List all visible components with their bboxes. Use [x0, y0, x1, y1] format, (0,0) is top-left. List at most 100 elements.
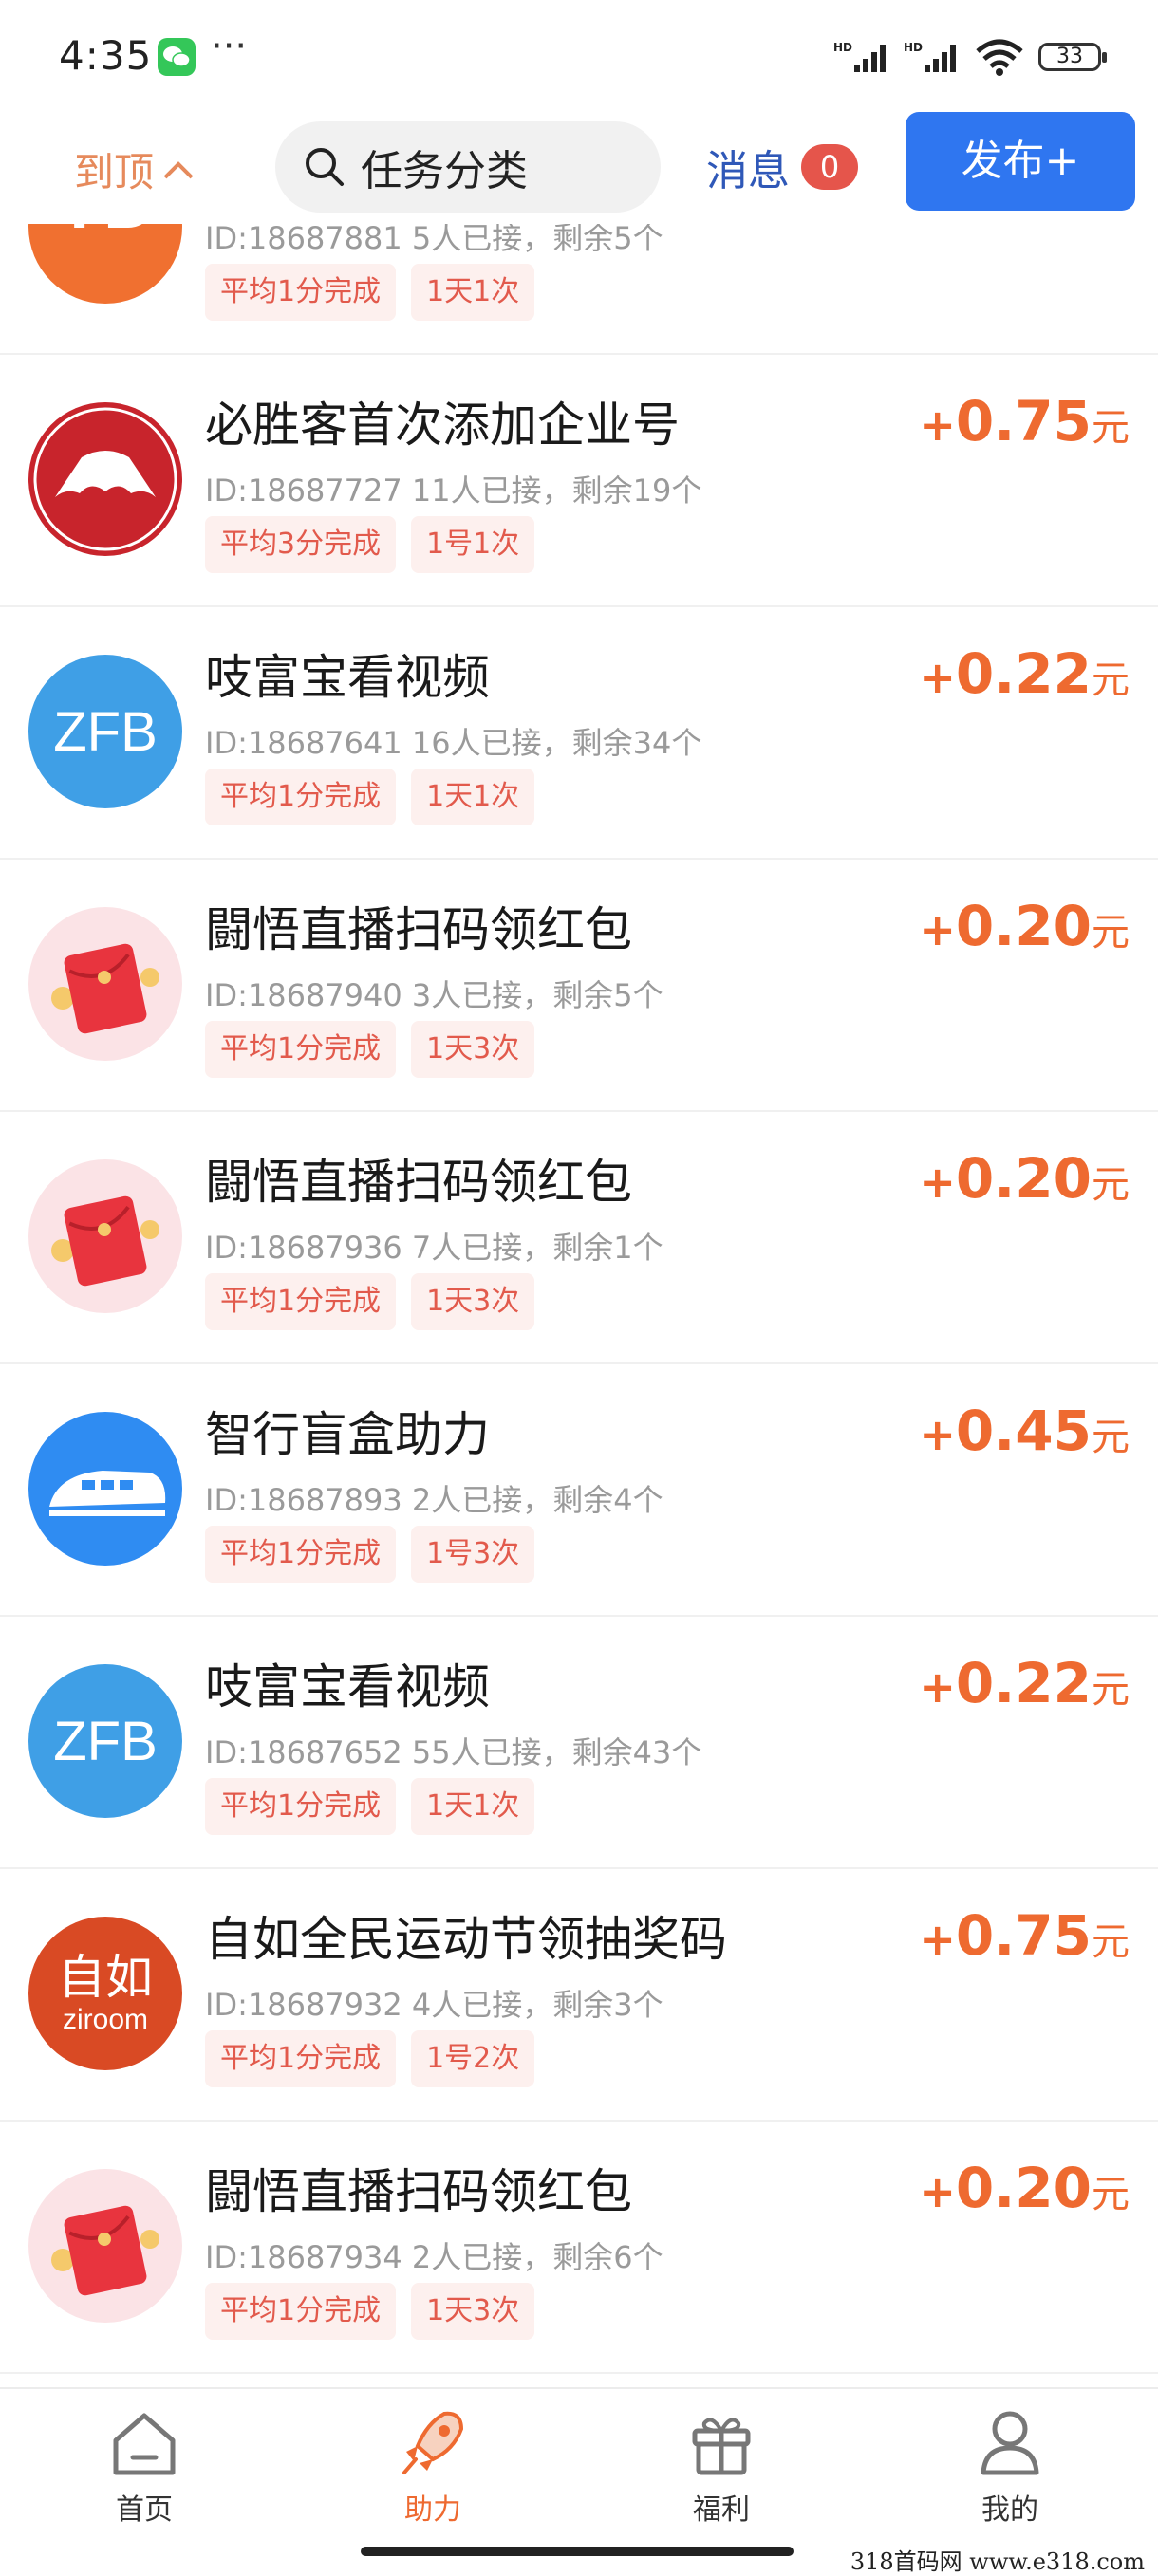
scroll-to-top-button[interactable]: 到顶	[74, 140, 196, 198]
task-tags: 平均3分完成 1号1次	[205, 516, 535, 573]
wechat-notification-icon	[158, 38, 196, 76]
search-input-text: 任务分类	[361, 147, 528, 195]
task-title: 闘悟直播扫码领红包	[205, 2164, 632, 2219]
task-meta: ID:18687934 2人已接，剩余6个	[205, 2239, 663, 2275]
reward-unit: 元	[1092, 406, 1130, 450]
task-reward: + 0.45 元	[919, 1399, 1130, 1463]
task-tags: 平均1分完成 1天3次	[205, 1021, 535, 1078]
task-meta: ID:18687932 4人已接，剩余3个	[205, 1987, 663, 2023]
task-title: 吱富宝看视频	[205, 650, 490, 705]
reward-unit: 元	[1092, 1163, 1130, 1207]
messages-button[interactable]: 消息 0	[706, 137, 858, 197]
task-tag: 平均1分完成	[205, 1778, 397, 1835]
home-indicator[interactable]	[361, 2547, 794, 2556]
task-tags: 平均1分完成 1号3次	[205, 1526, 535, 1583]
task-tags: 平均1分完成 1号2次	[205, 2030, 535, 2087]
status-time: 4:35	[59, 32, 153, 79]
reward-unit: 元	[1092, 1920, 1130, 1964]
gift-icon	[692, 2418, 751, 2475]
task-reward: + 0.75 元	[919, 1903, 1130, 1968]
reward-unit: 元	[1092, 1668, 1130, 1712]
messages-count-badge: 0	[801, 144, 858, 190]
tab-assist[interactable]: 助力	[328, 2404, 537, 2547]
task-meta: ID:18687893 2人已接，剩余4个	[205, 1482, 663, 1518]
reward-plus: +	[919, 652, 956, 703]
task-title: 闘悟直播扫码领红包	[205, 1155, 632, 1210]
task-reward: + 0.20 元	[919, 2156, 1130, 2220]
status-indicators: HD HD 33	[833, 36, 1107, 78]
task-category-search[interactable]: 任务分类	[275, 121, 661, 213]
task-reward: + 0.20 元	[919, 894, 1130, 958]
task-list[interactable]: YD ID:18687881 5人已接，剩余5个 平均1分完成 1天1次 必胜客…	[0, 224, 1158, 2387]
red-envelope-icon	[28, 2169, 182, 2323]
publish-button[interactable]: 发布+	[906, 112, 1135, 211]
task-title: 吱富宝看视频	[205, 1659, 490, 1714]
reward-amount: 0.22	[955, 641, 1092, 706]
yd-logo-icon: YD	[28, 224, 182, 304]
task-tag: 平均1分完成	[205, 1273, 397, 1330]
task-row[interactable]: 智行盲盒助力 ID:18687893 2人已接，剩余4个 平均1分完成 1号3次…	[0, 1364, 1158, 1617]
task-row[interactable]: ZFB 吱富宝看视频 ID:18687652 55人已接，剩余43个 平均1分完…	[0, 1617, 1158, 1869]
home-icon	[113, 2413, 176, 2475]
task-list-inner: YD ID:18687881 5人已接，剩余5个 平均1分完成 1天1次 必胜客…	[0, 224, 1158, 2374]
status-overflow-dots: ···	[211, 25, 248, 68]
task-title: 必胜客首次添加企业号	[205, 398, 680, 453]
task-tag: 平均1分完成	[205, 769, 397, 825]
task-meta: ID:18687641 16人已接，剩余34个	[205, 725, 702, 761]
task-row[interactable]: 闘悟直播扫码领红包 ID:18687934 2人已接，剩余6个 平均1分完成 1…	[0, 2122, 1158, 2374]
reward-amount: 0.75	[955, 1903, 1092, 1968]
task-row[interactable]: YD ID:18687881 5人已接，剩余5个 平均1分完成 1天1次	[0, 224, 1158, 355]
top-nav: 到顶 任务分类 消息 0 发布+	[0, 112, 1158, 224]
reward-unit: 元	[1092, 1416, 1130, 1459]
task-tag: 1天1次	[411, 1778, 535, 1835]
task-tag: 平均1分完成	[205, 1526, 397, 1583]
reward-amount: 0.75	[955, 389, 1092, 454]
zfb-logo-text: ZFB	[53, 700, 158, 763]
reward-plus: +	[919, 1409, 956, 1460]
signal-hd-icon-2: HD	[904, 41, 956, 72]
search-icon	[306, 148, 344, 186]
task-tag: 平均1分完成	[205, 2030, 397, 2087]
reward-plus: +	[919, 1157, 956, 1208]
task-title: 智行盲盒助力	[205, 1407, 490, 1462]
task-reward: + 0.20 元	[919, 1146, 1130, 1211]
reward-plus: +	[919, 2166, 956, 2217]
task-tags: 平均1分完成 1天3次	[205, 2283, 535, 2340]
task-row[interactable]: 自如 ziroom 自如全民运动节领抽奖码 ID:18687932 4人已接，剩…	[0, 1869, 1158, 2122]
train-logo-icon	[28, 1412, 182, 1566]
task-tag: 1天1次	[411, 264, 535, 321]
tab-welfare[interactable]: 福利	[617, 2404, 826, 2547]
tab-home[interactable]: 首页	[40, 2404, 249, 2547]
task-tag: 平均3分完成	[205, 516, 397, 573]
reward-unit: 元	[1092, 2173, 1130, 2216]
task-tag: 平均1分完成	[205, 2283, 397, 2340]
reward-amount: 0.20	[955, 2156, 1092, 2220]
task-title: 自如全民运动节领抽奖码	[205, 1912, 727, 1967]
to-top-label: 到顶	[74, 149, 155, 195]
task-tag: 1号2次	[411, 2030, 535, 2087]
task-row[interactable]: ZFB 吱富宝看视频 ID:18687641 16人已接，剩余34个 平均1分完…	[0, 607, 1158, 860]
task-reward: + 0.75 元	[919, 389, 1130, 454]
task-tag: 平均1分完成	[205, 264, 397, 321]
reward-plus: +	[919, 904, 956, 955]
reward-amount: 0.20	[955, 1146, 1092, 1211]
messages-label: 消息	[706, 147, 790, 195]
zfb-logo-icon: ZFB	[28, 655, 182, 808]
task-tag: 1天3次	[411, 1273, 535, 1330]
reward-amount: 0.22	[955, 1651, 1092, 1715]
task-tag: 平均1分完成	[205, 1021, 397, 1078]
task-tag: 1天1次	[411, 769, 535, 825]
red-envelope-icon	[28, 1159, 182, 1313]
task-row[interactable]: 闘悟直播扫码领红包 ID:18687940 3人已接，剩余5个 平均1分完成 1…	[0, 860, 1158, 1112]
reward-unit: 元	[1092, 911, 1130, 954]
task-row[interactable]: 闘悟直播扫码领红包 ID:18687936 7人已接，剩余1个 平均1分完成 1…	[0, 1112, 1158, 1364]
pizza-hut-logo-icon	[28, 402, 182, 556]
task-tag: 1天3次	[411, 1021, 535, 1078]
tab-mine[interactable]: 我的	[906, 2404, 1114, 2547]
status-bar: 4:35 ··· HD HD 33	[0, 0, 1158, 112]
task-tag: 1号3次	[411, 1526, 535, 1583]
signal-hd-icon: HD	[833, 41, 886, 72]
reward-unit: 元	[1092, 658, 1130, 702]
task-row[interactable]: 必胜客首次添加企业号 ID:18687727 11人已接，剩余19个 平均3分完…	[0, 355, 1158, 607]
ziroom-logo-top: 自如	[58, 1950, 153, 2005]
